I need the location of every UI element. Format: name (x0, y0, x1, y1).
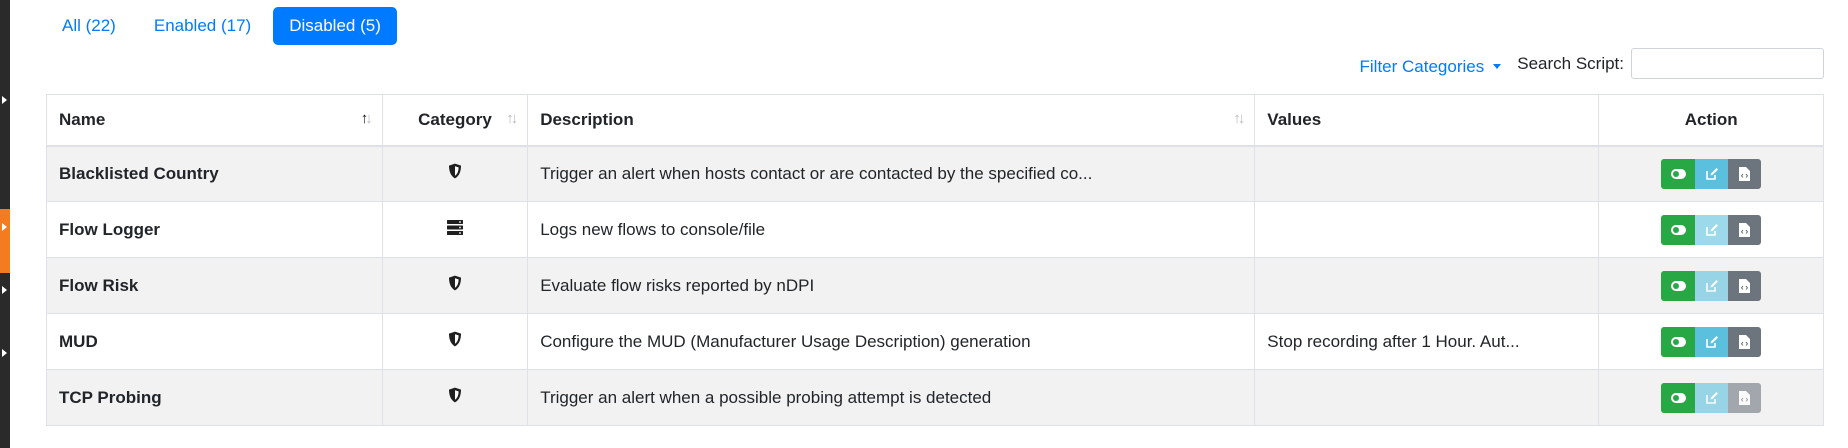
search-label: Search Script: (1517, 53, 1624, 73)
column-header-values: Values (1254, 94, 1600, 147)
table-body: Blacklisted Country Trigger an alert whe… (46, 145, 1824, 426)
file-code-icon (1739, 222, 1751, 237)
search-script-input[interactable] (1631, 48, 1824, 79)
toggle-script-button[interactable] (1661, 326, 1696, 357)
sidebar-active-marker (0, 209, 10, 273)
script-category (381, 257, 529, 314)
tab-all[interactable]: All (22) (46, 7, 132, 45)
file-code-icon (1739, 278, 1751, 293)
edit-script-button[interactable] (1695, 382, 1729, 413)
toggle-icon (1670, 392, 1686, 403)
script-category (381, 201, 529, 258)
shield-icon (448, 275, 462, 296)
script-name: TCP Probing (46, 369, 383, 426)
edit-icon (1705, 279, 1719, 293)
file-code-icon (1739, 334, 1751, 349)
script-category (381, 145, 529, 202)
sidebar-caret-icon[interactable] (2, 349, 7, 357)
script-description: Configure the MUD (Manufacturer Usage De… (527, 313, 1256, 370)
action-button-group (1661, 158, 1762, 189)
script-description: Logs new flows to console/file (527, 201, 1256, 258)
edit-script-button[interactable] (1695, 326, 1729, 357)
script-actions (1598, 257, 1824, 314)
shield-icon (448, 387, 462, 408)
filter-categories-dropdown[interactable]: Filter Categories (1360, 57, 1502, 77)
edit-script-button[interactable] (1695, 158, 1729, 189)
edit-script-button[interactable] (1695, 214, 1729, 245)
scripts-table: Name ↑↓ Category ↑↓ Description ↑↓ Value… (46, 94, 1824, 426)
script-actions (1598, 201, 1824, 258)
toggle-script-button[interactable] (1661, 214, 1696, 245)
script-values (1254, 201, 1600, 258)
filter-categories-label: Filter Categories (1359, 56, 1485, 76)
file-code-icon (1739, 166, 1751, 181)
toggle-icon (1670, 280, 1686, 291)
toggle-icon (1670, 336, 1686, 347)
action-button-group (1661, 270, 1762, 301)
table-row: Flow Logger Logs new flows to console/fi… (46, 201, 1824, 258)
script-description: Trigger an alert when a possible probing… (527, 369, 1256, 426)
column-header-description[interactable]: Description ↑↓ (527, 94, 1256, 147)
script-actions (1598, 145, 1824, 202)
status-tabs: All (22) Enabled (17) Disabled (5) (46, 7, 397, 45)
script-values (1254, 369, 1600, 426)
script-name: Flow Risk (46, 257, 383, 314)
toggle-icon (1670, 224, 1686, 235)
edit-script-button[interactable] (1695, 270, 1729, 301)
action-button-group (1661, 382, 1762, 413)
tab-disabled[interactable]: Disabled (5) (273, 7, 397, 45)
edit-icon (1705, 335, 1719, 349)
sidebar-caret-icon[interactable] (2, 223, 7, 231)
toggle-script-button[interactable] (1661, 382, 1696, 413)
table-row: Flow Risk Evaluate flow risks reported b… (46, 257, 1824, 314)
script-name: MUD (46, 313, 383, 370)
view-source-button[interactable] (1728, 214, 1762, 245)
toggle-script-button[interactable] (1661, 270, 1696, 301)
script-category (381, 369, 529, 426)
edit-icon (1705, 167, 1719, 181)
sort-icon[interactable]: ↑↓ (506, 110, 518, 127)
toggle-script-button[interactable] (1661, 158, 1696, 189)
script-values (1254, 257, 1600, 314)
view-source-button[interactable] (1728, 382, 1762, 413)
view-source-button[interactable] (1728, 326, 1762, 357)
chevron-down-icon (1493, 64, 1502, 69)
script-description: Trigger an alert when hosts contact or a… (527, 145, 1256, 202)
shield-icon (448, 163, 462, 184)
script-actions (1598, 313, 1824, 370)
script-values: Stop recording after 1 Hour. Aut... (1254, 313, 1600, 370)
file-code-icon (1739, 390, 1751, 405)
action-button-group (1661, 326, 1762, 357)
shield-icon (448, 331, 462, 352)
table-row: MUD Configure the MUD (Manufacturer Usag… (46, 313, 1824, 370)
sort-icon[interactable]: ↑↓ (361, 110, 373, 127)
view-source-button[interactable] (1728, 158, 1762, 189)
script-name: Flow Logger (46, 201, 383, 258)
column-header-name[interactable]: Name ↑↓ (46, 94, 383, 147)
action-button-group (1661, 214, 1762, 245)
sidebar-caret-icon[interactable] (2, 286, 7, 294)
column-header-category[interactable]: Category ↑↓ (381, 94, 529, 147)
script-name: Blacklisted Country (46, 145, 383, 202)
edit-icon (1705, 391, 1719, 405)
edit-icon (1705, 223, 1719, 237)
script-values (1254, 145, 1600, 202)
table-row: Blacklisted Country Trigger an alert whe… (46, 145, 1824, 202)
sort-icon[interactable]: ↑↓ (1233, 110, 1245, 127)
table-row: TCP Probing Trigger an alert when a poss… (46, 369, 1824, 426)
sidebar-strip (0, 0, 10, 448)
script-category (381, 313, 529, 370)
server-icon (446, 219, 463, 240)
toggle-icon (1670, 168, 1686, 179)
column-header-action: Action (1598, 94, 1824, 147)
tab-enabled[interactable]: Enabled (17) (138, 7, 267, 45)
table-toolbar: Filter Categories Search Script: (1360, 48, 1824, 79)
script-actions (1598, 369, 1824, 426)
sidebar-caret-icon[interactable] (2, 96, 7, 104)
view-source-button[interactable] (1728, 270, 1762, 301)
script-description: Evaluate flow risks reported by nDPI (527, 257, 1256, 314)
table-header-row: Name ↑↓ Category ↑↓ Description ↑↓ Value… (46, 94, 1824, 147)
